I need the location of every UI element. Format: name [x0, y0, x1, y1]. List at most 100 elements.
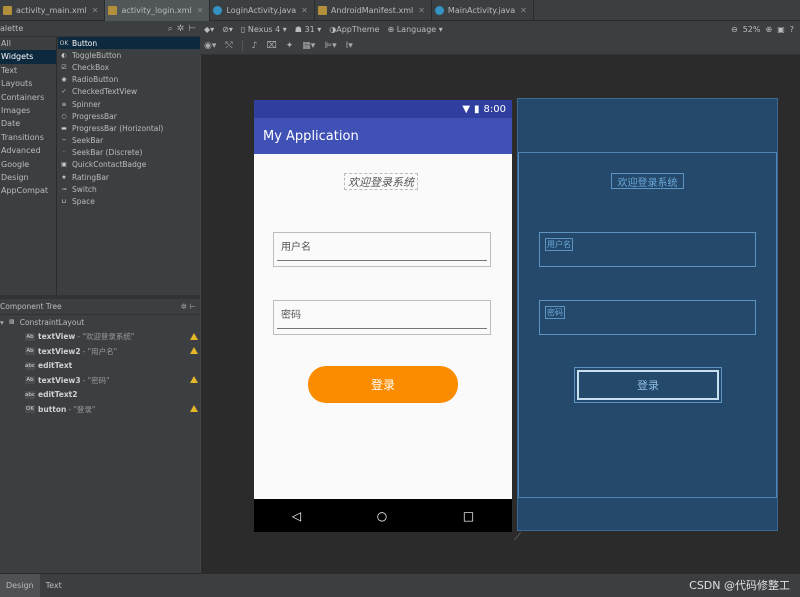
widget-spinner[interactable]: ≡ Spinner	[58, 98, 200, 110]
tree-node[interactable]: Ab textView3- "密码"	[0, 373, 200, 388]
gear-icon[interactable]: ✲ ⊢	[181, 302, 200, 311]
palette-categories: All Widgets Text Layouts Containers Imag…	[0, 37, 57, 295]
chevron-down-icon[interactable]: ▾	[0, 318, 4, 327]
category-design[interactable]: Design	[0, 171, 56, 184]
infer-constraints-icon[interactable]: ✦	[286, 41, 294, 51]
warning-icon[interactable]	[190, 332, 198, 340]
search-icon[interactable]: ⌕	[168, 24, 173, 34]
default-margins-icon[interactable]: ♪	[252, 41, 258, 51]
separator	[241, 39, 243, 52]
pack-icon[interactable]: ▦▾	[302, 41, 315, 51]
clear-constraints-icon[interactable]: ⌧	[266, 41, 276, 51]
tab-login-activity[interactable]: LoginActivity.java ✕	[210, 0, 315, 21]
theme-selector[interactable]: ◑AppTheme	[329, 25, 379, 34]
category-layouts[interactable]: Layouts	[0, 77, 56, 90]
autoconnect-icon[interactable]: ⤲	[225, 41, 232, 51]
tab-activity-main[interactable]: activity_main.xml ✕	[0, 0, 106, 21]
navigation-bar: ◁ ○ □	[254, 499, 512, 532]
close-icon[interactable]: ✕	[301, 6, 308, 15]
resize-handle-icon[interactable]: ⟋	[514, 532, 521, 543]
widget-checkedtextview[interactable]: ✓ CheckedTextView	[58, 86, 200, 98]
seekbar-icon: ─	[62, 137, 66, 145]
gear-icon[interactable]: ✲	[177, 24, 185, 34]
tab-main-activity[interactable]: MainActivity.java ✕	[432, 0, 534, 21]
category-widgets[interactable]: Widgets	[0, 50, 56, 64]
status-bar: ▼ ▮ 8:00	[254, 100, 512, 118]
textview-icon: Ab	[25, 347, 35, 356]
tree-node[interactable]: abc editText	[0, 359, 200, 374]
palette-widgets: OK Button ◐ ToggleButton ☑ CheckBox ◉ RadioB…	[58, 37, 200, 208]
widget-ratingbar[interactable]: ★ RatingBar	[58, 171, 200, 183]
home-icon: ○	[376, 508, 388, 523]
layers-icon[interactable]: ◆▾	[204, 25, 214, 34]
widget-quickcontactbadge[interactable]: ▣ QuickContactBadge	[58, 159, 200, 171]
zoom-out-icon[interactable]: ⊖	[731, 25, 738, 34]
category-appcompat[interactable]: AppCompat	[0, 184, 56, 197]
checkbox-icon: ☑	[61, 63, 67, 71]
editor-tab-bar: activity_main.xml ✕ activity_login.xml ✕ L…	[0, 0, 800, 21]
category-advanced[interactable]: Advanced	[0, 144, 56, 157]
blueprint-welcome-textview[interactable]: 欢迎登录系统	[611, 173, 684, 189]
zoom-fit-icon[interactable]: ▣	[777, 25, 785, 34]
palette-header: alette ⌕ ✲ ⊢	[0, 21, 200, 37]
component-tree-header: Component Tree ✲ ⊢	[0, 299, 200, 315]
api-selector[interactable]: ☗ 31 ▾	[295, 25, 321, 34]
tab-text[interactable]: Text	[40, 574, 68, 597]
tab-activity-login[interactable]: activity_login.xml ✕	[105, 0, 211, 21]
hide-icon[interactable]: ⊢	[188, 24, 196, 34]
close-icon[interactable]: ✕	[92, 6, 99, 15]
category-google[interactable]: Google	[0, 158, 56, 171]
category-transitions[interactable]: Transitions	[0, 131, 56, 144]
tree-node[interactable]: Ab textView2- "用户名"	[0, 344, 200, 359]
textview-icon: Ab	[25, 376, 35, 385]
category-all[interactable]: All	[0, 37, 56, 50]
blueprint-login-button[interactable]: 登录	[574, 367, 722, 403]
tree-node[interactable]: OK button - "登录"	[0, 402, 200, 417]
warning-icon[interactable]	[190, 405, 198, 412]
close-icon[interactable]: ✕	[197, 6, 204, 15]
blueprint-username-edittext[interactable]: 用户名	[539, 232, 756, 267]
tab-android-manifest[interactable]: AndroidManifest.xml ✕	[315, 0, 432, 21]
align-icon[interactable]: ⊫▾	[324, 41, 336, 51]
widget-progressbar-horizontal[interactable]: ▬ ProgressBar (Horizontal)	[58, 122, 200, 134]
widget-radiobutton[interactable]: ◉ RadioButton	[58, 74, 200, 86]
category-images[interactable]: Images	[0, 104, 56, 117]
component-tree: ▾ ▨ ConstraintLayout Ab textView - "欢迎登录系统…	[0, 315, 200, 573]
widget-seekbar[interactable]: ─ SeekBar	[58, 135, 200, 147]
widget-switch[interactable]: ⊸ Switch	[58, 183, 200, 195]
widget-checkbox[interactable]: ☑ CheckBox	[58, 61, 200, 73]
tree-node[interactable]: Ab textView - "欢迎登录系统"	[0, 330, 200, 345]
widget-seekbar-discrete[interactable]: · SeekBar (Discrete)	[58, 147, 200, 159]
language-selector[interactable]: ⊕ Language ▾	[387, 25, 442, 34]
device-selector[interactable]: ▯ Nexus 4 ▾	[241, 25, 287, 34]
widget-togglebutton[interactable]: ◐ ToggleButton	[58, 49, 200, 61]
widget-button[interactable]: OK Button	[58, 37, 200, 50]
warning-icon[interactable]	[190, 376, 198, 383]
layout-toolbar: ◆▾ ⊘▾ ▯ Nexus 4 ▾ ☗ 31 ▾ ◑AppTheme ⊕ Lan…	[200, 21, 800, 37]
seekbar-discrete-icon: ·	[63, 149, 65, 157]
widget-progressbar[interactable]: ○ ProgressBar	[58, 110, 200, 122]
warning-icon[interactable]	[190, 347, 198, 354]
bottom-tab-bar: Design Text	[0, 573, 800, 597]
close-icon[interactable]: ✕	[418, 6, 425, 15]
blueprint-password-edittext[interactable]: 密码	[539, 300, 756, 335]
tree-node-root[interactable]: ▾ ▨ ConstraintLayout	[0, 315, 200, 330]
help-icon[interactable]: ?	[790, 25, 794, 34]
tree-node[interactable]: abc editText2	[0, 388, 200, 403]
category-date[interactable]: Date	[0, 117, 56, 130]
close-icon[interactable]: ✕	[520, 6, 527, 15]
zoom-in-icon[interactable]: ⊕	[765, 25, 772, 34]
category-containers[interactable]: Containers	[0, 91, 56, 104]
tab-design[interactable]: Design	[0, 573, 40, 597]
eye-icon[interactable]: ◉▾	[204, 41, 216, 51]
orientation-icon[interactable]: ⊘▾	[222, 25, 233, 34]
contact-badge-icon: ▣	[61, 161, 67, 169]
guidelines-icon[interactable]: I▾	[346, 41, 353, 51]
welcome-textview[interactable]: 欢迎登录系统	[344, 173, 418, 190]
username-edittext[interactable]: 用户名	[273, 232, 491, 267]
category-text[interactable]: Text	[0, 64, 56, 77]
checkedtextview-icon: ✓	[61, 88, 67, 96]
login-button[interactable]: 登录	[308, 366, 458, 403]
password-edittext[interactable]: 密码	[273, 300, 491, 335]
widget-space[interactable]: ⊔ Space	[58, 195, 200, 207]
